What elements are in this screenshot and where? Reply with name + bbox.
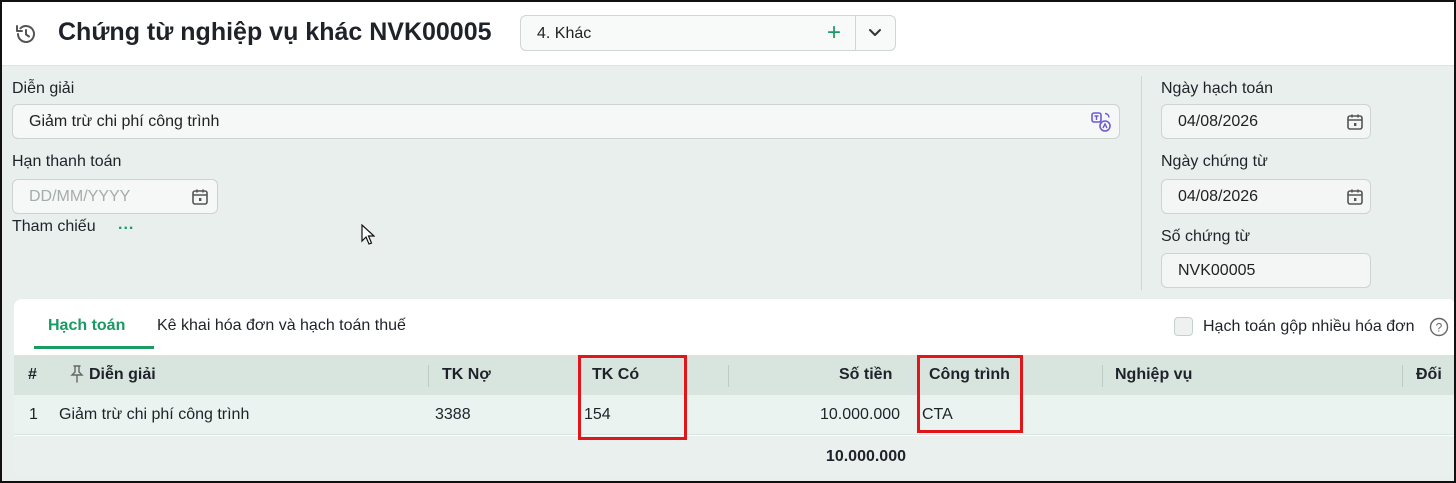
- voucher-no-label: Số chứng từ: [1161, 228, 1251, 245]
- window: Chứng từ nghiệp vụ khác NVK00005 4. Khác…: [0, 0, 1456, 483]
- reference-label: Tham chiếu: [12, 218, 96, 235]
- cell-index: 1: [29, 406, 38, 423]
- column-separator: [428, 365, 429, 387]
- voucher-type-value: 4. Khác: [537, 25, 592, 42]
- voucher-date-value: 04/08/2026: [1178, 188, 1259, 205]
- merge-invoices-checkbox[interactable]: [1174, 317, 1193, 336]
- posting-date-label: Ngày hạch toán: [1161, 80, 1274, 97]
- col-operation: Nghiệp vụ: [1115, 366, 1193, 383]
- tab-ke-khai-hoa-don[interactable]: Kê khai hóa đơn và hạch toán thuế: [157, 317, 406, 335]
- column-separator: [1402, 365, 1403, 387]
- voucher-type-select[interactable]: 4. Khác +: [520, 15, 896, 51]
- cell-debit-account[interactable]: 3388: [435, 406, 471, 424]
- table-header: # Diễn giải TK Nợ TK Có Số tiền Công trì…: [14, 355, 1454, 395]
- select-separator: [855, 16, 856, 50]
- translate-icon[interactable]: [1091, 112, 1111, 132]
- calendar-icon[interactable]: [1346, 113, 1364, 131]
- due-date-placeholder: DD/MM/YYYY: [29, 188, 131, 205]
- form-divider: [1141, 76, 1142, 290]
- cell-description[interactable]: Giảm trừ chi phí công trình: [59, 406, 249, 424]
- posting-date-value: 04/08/2026: [1178, 113, 1259, 130]
- column-separator: [728, 365, 729, 387]
- help-symbol: ?: [1436, 321, 1443, 335]
- highlight-project: [917, 355, 1023, 433]
- tab-hach-toan[interactable]: Hạch toán: [48, 317, 125, 335]
- voucher-date-label: Ngày chứng từ: [1161, 153, 1268, 170]
- col-index: #: [28, 366, 37, 383]
- voucher-no-value: NVK00005: [1178, 262, 1256, 279]
- due-date-label: Hạn thanh toán: [12, 153, 122, 170]
- table-row[interactable]: 1 Giảm trừ chi phí công trình 3388 154 1…: [14, 395, 1454, 435]
- chevron-down-icon[interactable]: [866, 25, 884, 41]
- due-date-input[interactable]: DD/MM/YYYY: [12, 179, 218, 214]
- merge-invoices-label: Hạch toán gộp nhiều hóa đơn: [1203, 318, 1415, 335]
- voucher-date-input[interactable]: 04/08/2026: [1161, 179, 1371, 214]
- col-object: Đối: [1416, 366, 1442, 383]
- plus-icon[interactable]: +: [827, 19, 841, 47]
- header-bar: Chứng từ nghiệp vụ khác NVK00005 4. Khác…: [2, 2, 1454, 66]
- highlight-credit-account: [578, 355, 687, 440]
- cell-amount[interactable]: 10.000.000: [820, 406, 900, 424]
- column-separator: [1102, 365, 1103, 387]
- pin-icon[interactable]: [70, 365, 84, 383]
- detail-panel: Hạch toán Kê khai hóa đơn và hạch toán t…: [14, 299, 1454, 477]
- posting-date-input[interactable]: 04/08/2026: [1161, 104, 1371, 139]
- col-debit-account: TK Nợ: [442, 366, 491, 383]
- calendar-icon[interactable]: [191, 188, 209, 206]
- history-icon[interactable]: [14, 22, 38, 46]
- page-title: Chứng từ nghiệp vụ khác NVK00005: [58, 18, 492, 46]
- col-description: Diễn giải: [89, 366, 156, 383]
- description-value: Giảm trừ chi phí công trình: [29, 113, 220, 130]
- col-amount: Số tiền: [839, 366, 893, 383]
- mouse-pointer-icon: [361, 224, 375, 245]
- description-label: Diễn giải: [12, 80, 75, 97]
- table-footer: 10.000.000: [14, 436, 1454, 477]
- description-input[interactable]: Giảm trừ chi phí công trình: [12, 104, 1120, 139]
- voucher-no-input[interactable]: NVK00005: [1161, 253, 1371, 288]
- total-amount: 10.000.000: [825, 448, 906, 465]
- calendar-icon[interactable]: [1346, 188, 1364, 206]
- help-icon[interactable]: ?: [1429, 317, 1449, 337]
- reference-more-button[interactable]: ...: [118, 216, 134, 234]
- active-tab-indicator: [34, 346, 154, 349]
